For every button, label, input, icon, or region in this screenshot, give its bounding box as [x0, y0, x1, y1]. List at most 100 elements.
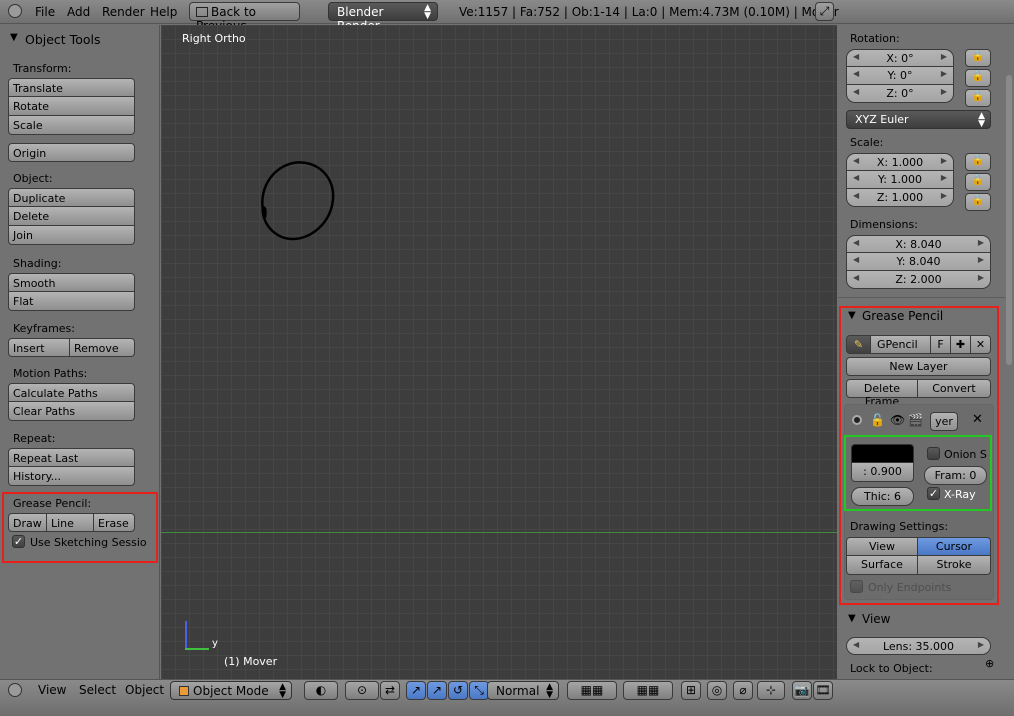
rotate-manipulator-icon[interactable]: ↺	[448, 681, 468, 700]
lock-scale-z-icon[interactable]: 🔒	[965, 193, 991, 211]
transform-orientation-select[interactable]: Normal ▲ ▼	[487, 681, 559, 700]
fake-user-button[interactable]: F	[931, 335, 951, 354]
draw-cursor-button[interactable]: Cursor	[918, 537, 991, 556]
stroke-color-swatch[interactable]	[851, 444, 914, 463]
layers-grid-a[interactable]: ▦▦	[567, 681, 617, 700]
origin-button[interactable]: Origin	[8, 143, 135, 162]
join-button[interactable]: Join	[8, 226, 135, 245]
opacity-field[interactable]: : 0.900	[851, 463, 914, 482]
thickness-field[interactable]: Thic: 6	[851, 487, 914, 506]
duplicate-button[interactable]: Duplicate	[8, 188, 135, 207]
draw-view-button[interactable]: View	[846, 537, 918, 556]
opengl-animation-icon[interactable]: 🎞	[813, 681, 833, 700]
manipulator-toggle-icon[interactable]: ⇄	[380, 681, 400, 700]
render-engine-select[interactable]: Blender Render ▲▼	[328, 2, 438, 33]
interaction-mode-select[interactable]: Object Mode ▲ ▼	[170, 681, 292, 700]
editor-type-icon[interactable]	[8, 4, 22, 18]
delete-button[interactable]: Delete	[8, 207, 135, 226]
lock-scale-y-icon[interactable]: 🔒	[965, 173, 991, 191]
history-button[interactable]: History...	[8, 467, 135, 486]
proportional-edit-icon[interactable]: ◎	[707, 681, 727, 700]
draw-surface-button[interactable]: Surface	[846, 556, 918, 575]
scale-x-field[interactable]: ◀ X: 1.000 ▶	[846, 153, 954, 171]
flat-button[interactable]: Flat	[8, 292, 135, 311]
lock-rotation-z-icon[interactable]: 🔒	[965, 89, 991, 107]
snap-toggle-icon[interactable]: ⌀	[733, 681, 753, 700]
add-datablock-icon[interactable]: ✚	[951, 335, 971, 354]
only-endpoints-checkbox[interactable]	[850, 580, 863, 593]
editor-type-icon[interactable]	[8, 683, 22, 697]
menu-help[interactable]: Help	[150, 5, 177, 19]
scale-manipulator-icon[interactable]: ⤡	[469, 681, 489, 700]
remove-layer-icon[interactable]: ✕	[972, 412, 983, 427]
drawing-settings-label: Drawing Settings:	[850, 520, 949, 533]
scale-button[interactable]: Scale	[8, 116, 135, 135]
layer-lock-icon[interactable]: 🔓	[870, 413, 885, 427]
translate-manipulator-icon[interactable]: ↗	[406, 681, 426, 700]
lens-field[interactable]: ◀ Lens: 35.000 ▶	[846, 637, 991, 655]
gp-collapse-icon[interactable]: ▼	[848, 310, 856, 321]
onion-frames-field[interactable]: Fram: 0	[924, 466, 987, 485]
lock-rotation-y-icon[interactable]: 🔒	[965, 69, 991, 87]
arrow-right-icon: ▶	[940, 52, 947, 61]
menu-render[interactable]: Render	[102, 5, 145, 19]
arrow-right-icon: ▶	[940, 156, 947, 165]
menu-add[interactable]: Add	[67, 5, 90, 19]
calculate-paths-button[interactable]: Calculate Paths	[8, 383, 135, 402]
opengl-render-icon[interactable]: 📷	[792, 681, 812, 700]
draw-stroke-button[interactable]: Stroke	[918, 556, 991, 575]
dimension-z-field[interactable]: ◀ Z: 2.000 ▶	[846, 271, 991, 289]
fullscreen-toggle-button[interactable]: ⤢	[815, 2, 834, 21]
lock-scale-x-icon[interactable]: 🔒	[965, 153, 991, 171]
unlink-datablock-icon[interactable]: ✕	[971, 335, 991, 354]
scale-y-field[interactable]: ◀ Y: 1.000 ▶	[846, 171, 954, 189]
layer-name-field[interactable]: yer	[930, 412, 958, 431]
delete-frame-button[interactable]: Delete Frame	[846, 379, 918, 408]
back-to-previous-button[interactable]: Back to Previous	[189, 2, 300, 33]
new-layer-button[interactable]: New Layer	[846, 357, 991, 376]
translate-axis-icon[interactable]: ↗	[427, 681, 447, 700]
view-collapse-icon[interactable]: ▼	[848, 613, 856, 624]
clear-paths-button[interactable]: Clear Paths	[8, 402, 135, 421]
dimension-x-field[interactable]: ◀ X: 8.040 ▶	[846, 235, 991, 253]
rotation-x-field[interactable]: ◀ X: 0° ▶	[846, 49, 954, 67]
rotation-y-field[interactable]: ◀ Y: 0° ▶	[846, 67, 954, 85]
rotation-mode-select[interactable]: XYZ Euler ▲ ▼	[846, 110, 991, 129]
pencil-icon[interactable]: ✎	[846, 335, 871, 354]
onion-skin-checkbox[interactable]	[927, 447, 940, 460]
menu-select[interactable]: Select	[79, 683, 116, 697]
properties-scrollbar[interactable]	[1006, 75, 1012, 365]
gpencil-name-field[interactable]: GPencil	[871, 335, 931, 354]
menu-object[interactable]: Object	[125, 683, 164, 697]
convert-button[interactable]: Convert	[918, 379, 991, 398]
dimension-y-field[interactable]: ◀ Y: 8.040 ▶	[846, 253, 991, 271]
pivot-point-select[interactable]: ⊙	[345, 681, 379, 700]
sketching-session-checkbox[interactable]: ✓	[12, 535, 25, 548]
only-endpoints-label: Only Endpoints	[868, 581, 952, 594]
viewport-shading-select[interactable]: ◐	[304, 681, 338, 700]
erase-button[interactable]: Erase	[94, 513, 135, 532]
repeat-last-button[interactable]: Repeat Last	[8, 448, 135, 467]
3d-viewport[interactable]: Right Ortho y (1) Mover	[161, 25, 837, 679]
snap-element-icon[interactable]: ⊹	[757, 681, 785, 700]
translate-button[interactable]: Translate	[8, 78, 135, 97]
rotation-z-field[interactable]: ◀ Z: 0° ▶	[846, 85, 954, 103]
layer-render-clapper-icon[interactable]: 🎬	[908, 413, 923, 427]
insert-keyframe-button[interactable]: Insert	[8, 338, 70, 357]
panel-collapse-icon[interactable]: ▼	[10, 32, 18, 43]
rotate-button[interactable]: Rotate	[8, 97, 135, 116]
layer-visibility-eye-icon[interactable]: 👁	[890, 413, 905, 427]
draw-button[interactable]: Draw	[8, 513, 47, 532]
remove-keyframe-button[interactable]: Remove	[70, 338, 135, 357]
menu-file[interactable]: File	[35, 5, 55, 19]
smooth-button[interactable]: Smooth	[8, 273, 135, 292]
add-plus-icon[interactable]: ⊕	[985, 657, 994, 670]
menu-view[interactable]: View	[38, 683, 66, 697]
layer-active-radio[interactable]	[852, 415, 862, 425]
lock-rotation-x-icon[interactable]: 🔒	[965, 49, 991, 67]
scale-z-field[interactable]: ◀ Z: 1.000 ▶	[846, 189, 954, 207]
line-button[interactable]: Line	[47, 513, 94, 532]
xray-checkbox[interactable]: ✓	[927, 487, 940, 500]
layers-grid-b[interactable]: ▦▦	[623, 681, 673, 700]
lock-camera-layers-icon[interactable]: ⊞	[681, 681, 701, 700]
